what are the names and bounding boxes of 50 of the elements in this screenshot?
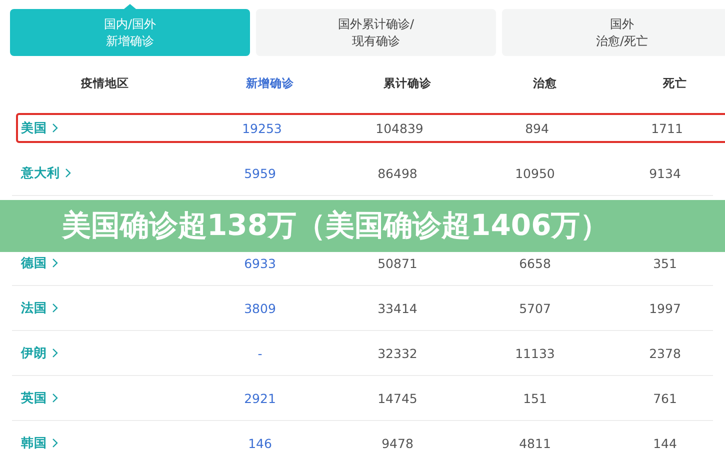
- table-cell: 6933: [244, 256, 276, 270]
- chevron-right-icon: [52, 303, 58, 313]
- table-cell: 5959: [244, 166, 276, 180]
- highlighted-row[interactable]: 美国 19253 104839 894 1711: [16, 113, 725, 143]
- table-cell: 3809: [244, 300, 276, 316]
- chevron-right-icon: [52, 258, 58, 268]
- column-header[interactable]: 新增确诊: [246, 76, 294, 90]
- chevron-right-icon: [52, 393, 58, 403]
- table-cell: 5707: [519, 300, 551, 316]
- table-cell: 351: [653, 256, 677, 270]
- table-cell: 50871: [378, 256, 418, 270]
- table-cell: 14745: [378, 390, 418, 406]
- table-cell: 6658: [519, 256, 551, 270]
- table-cell: 2921: [244, 390, 276, 406]
- title-banner: 美国确诊超138万（美国确诊超1406万）: [0, 200, 725, 252]
- chevron-right-icon: [65, 168, 71, 178]
- chevron-right-icon: [52, 438, 58, 448]
- table-cell: 894: [525, 120, 549, 136]
- table-row[interactable]: 韩国 146 9478 4811 144: [12, 433, 725, 453]
- table-cell: 9478: [382, 436, 414, 450]
- table-row[interactable]: 法国 3809 33414 5707 1997: [12, 298, 725, 318]
- table-cell: 761: [653, 390, 677, 406]
- table-cell: 151: [523, 390, 547, 406]
- table-cell: 146: [248, 436, 272, 450]
- tab[interactable]: 国外累计确诊/ 现有确诊: [256, 9, 496, 56]
- table-cell: 1711: [651, 120, 683, 136]
- table-cell: 2378: [649, 346, 681, 360]
- table-row[interactable]: 伊朗 - 32332 11133 2378: [12, 343, 725, 363]
- table-cell: 144: [653, 436, 677, 450]
- column-header[interactable]: 死亡: [663, 76, 687, 90]
- table-cell: 86498: [378, 166, 418, 180]
- table-cell: -: [258, 346, 262, 360]
- column-header[interactable]: 累计确诊: [384, 76, 432, 90]
- table-row[interactable]: 意大利 5959 86498 10950 9134: [12, 163, 725, 183]
- table-row[interactable]: 英国 2921 14745 151 761: [12, 388, 725, 408]
- table-cell: 1997: [649, 300, 681, 316]
- chevron-right-icon: [52, 123, 58, 133]
- table-row[interactable]: 德国 6933 50871 6658 351: [12, 253, 725, 273]
- table-cell: 11133: [515, 346, 555, 360]
- table-cell: 32332: [378, 346, 418, 360]
- table-cell: 10950: [515, 166, 555, 180]
- column-header[interactable]: 疫情地区: [81, 76, 129, 90]
- tab[interactable]: 国外 治愈/死亡: [502, 9, 725, 56]
- table-cell: 4811: [519, 436, 551, 450]
- table-cell: 104839: [376, 120, 424, 136]
- chevron-right-icon: [52, 348, 58, 358]
- table-cell: 33414: [378, 300, 418, 316]
- table-cell: 9134: [649, 166, 681, 180]
- table-cell: 19253: [242, 120, 282, 136]
- column-header[interactable]: 治愈: [533, 76, 557, 90]
